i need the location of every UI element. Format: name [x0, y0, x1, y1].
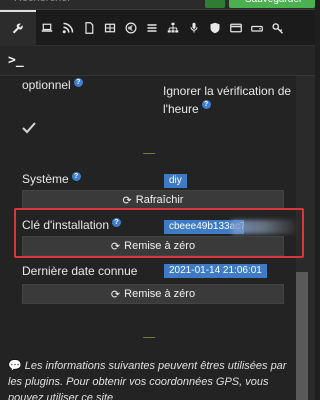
top-bar: Rechercher Sauvegarder	[0, 0, 315, 10]
save-button[interactable]: Sauvegarder	[229, 0, 315, 8]
list-icon	[147, 24, 156, 32]
tab-general[interactable]	[0, 10, 36, 46]
hdd-icon	[250, 25, 263, 32]
reset-last-date-button[interactable]: ⟳ Remise à zéro	[22, 284, 284, 304]
system-label: Système?	[22, 172, 81, 186]
tab-commands[interactable]	[120, 10, 141, 46]
help-icon[interactable]: ?	[71, 172, 81, 181]
search-input[interactable]: Rechercher	[0, 0, 170, 8]
section-divider	[143, 153, 155, 154]
credit-card-icon	[229, 23, 242, 33]
tab-security[interactable]	[204, 10, 225, 46]
table-icon	[104, 23, 115, 33]
tab-interface[interactable]	[36, 10, 57, 46]
tab-os-db[interactable]: >_	[0, 46, 315, 76]
help-icon[interactable]: ?	[73, 78, 83, 87]
annotation-highlight-box	[14, 208, 304, 258]
tab-cache[interactable]	[246, 10, 267, 46]
section-divider	[143, 337, 155, 338]
tab-logs[interactable]	[78, 10, 99, 46]
tab-api[interactable]	[267, 10, 288, 46]
refresh-icon: ⟳	[122, 194, 132, 207]
tab-summary[interactable]	[99, 10, 120, 46]
key-icon	[271, 23, 283, 34]
ignore-time-check-label: Ignorer la vérification de l'heure?	[163, 82, 298, 118]
reset-label: Remise à zéro	[124, 288, 196, 300]
microphone-icon	[189, 22, 198, 33]
status-button[interactable]	[205, 0, 225, 8]
info-paragraph: 💬 Les informations suivantes peuvent êtr…	[8, 358, 298, 400]
terminal-icon: >_	[8, 53, 24, 68]
tab-hierarchy[interactable]	[162, 10, 183, 46]
optionnel-label: optionnel?	[22, 78, 83, 92]
last-date-value-badge: 2021-01-14 21:06:01	[164, 264, 267, 278]
refresh-label: Rafraîchir	[135, 194, 184, 206]
rss-icon	[62, 22, 73, 34]
shield-icon	[210, 22, 219, 34]
ignore-label-line1: Ignorer la vérification de	[163, 84, 292, 98]
tab-interactions[interactable]	[183, 10, 204, 46]
optionnel-text: optionnel	[22, 78, 71, 92]
comment-icon: 💬	[8, 360, 22, 372]
euro-icon	[125, 22, 136, 34]
system-text: Système	[22, 172, 69, 186]
refresh-icon: ⟳	[110, 288, 121, 301]
laptop-icon	[41, 23, 52, 32]
help-icon[interactable]: ?	[201, 100, 211, 109]
tab-bar	[0, 10, 315, 46]
tab-networks[interactable]	[57, 10, 78, 46]
refresh-button[interactable]: ⟳ Rafraîchir	[22, 190, 284, 210]
tab-objects[interactable]	[141, 10, 162, 46]
last-date-label: Dernière date connue	[22, 264, 138, 278]
ignore-label-line2: l'heure	[163, 102, 199, 116]
file-icon	[84, 22, 93, 34]
sitemap-icon	[167, 22, 178, 33]
checkmark-icon[interactable]	[22, 122, 36, 134]
info-text: Les informations suivantes peuvent êtres…	[8, 360, 287, 400]
system-value-badge: diy	[164, 174, 187, 188]
wrench-icon	[12, 23, 23, 34]
tab-updates[interactable]	[225, 10, 246, 46]
